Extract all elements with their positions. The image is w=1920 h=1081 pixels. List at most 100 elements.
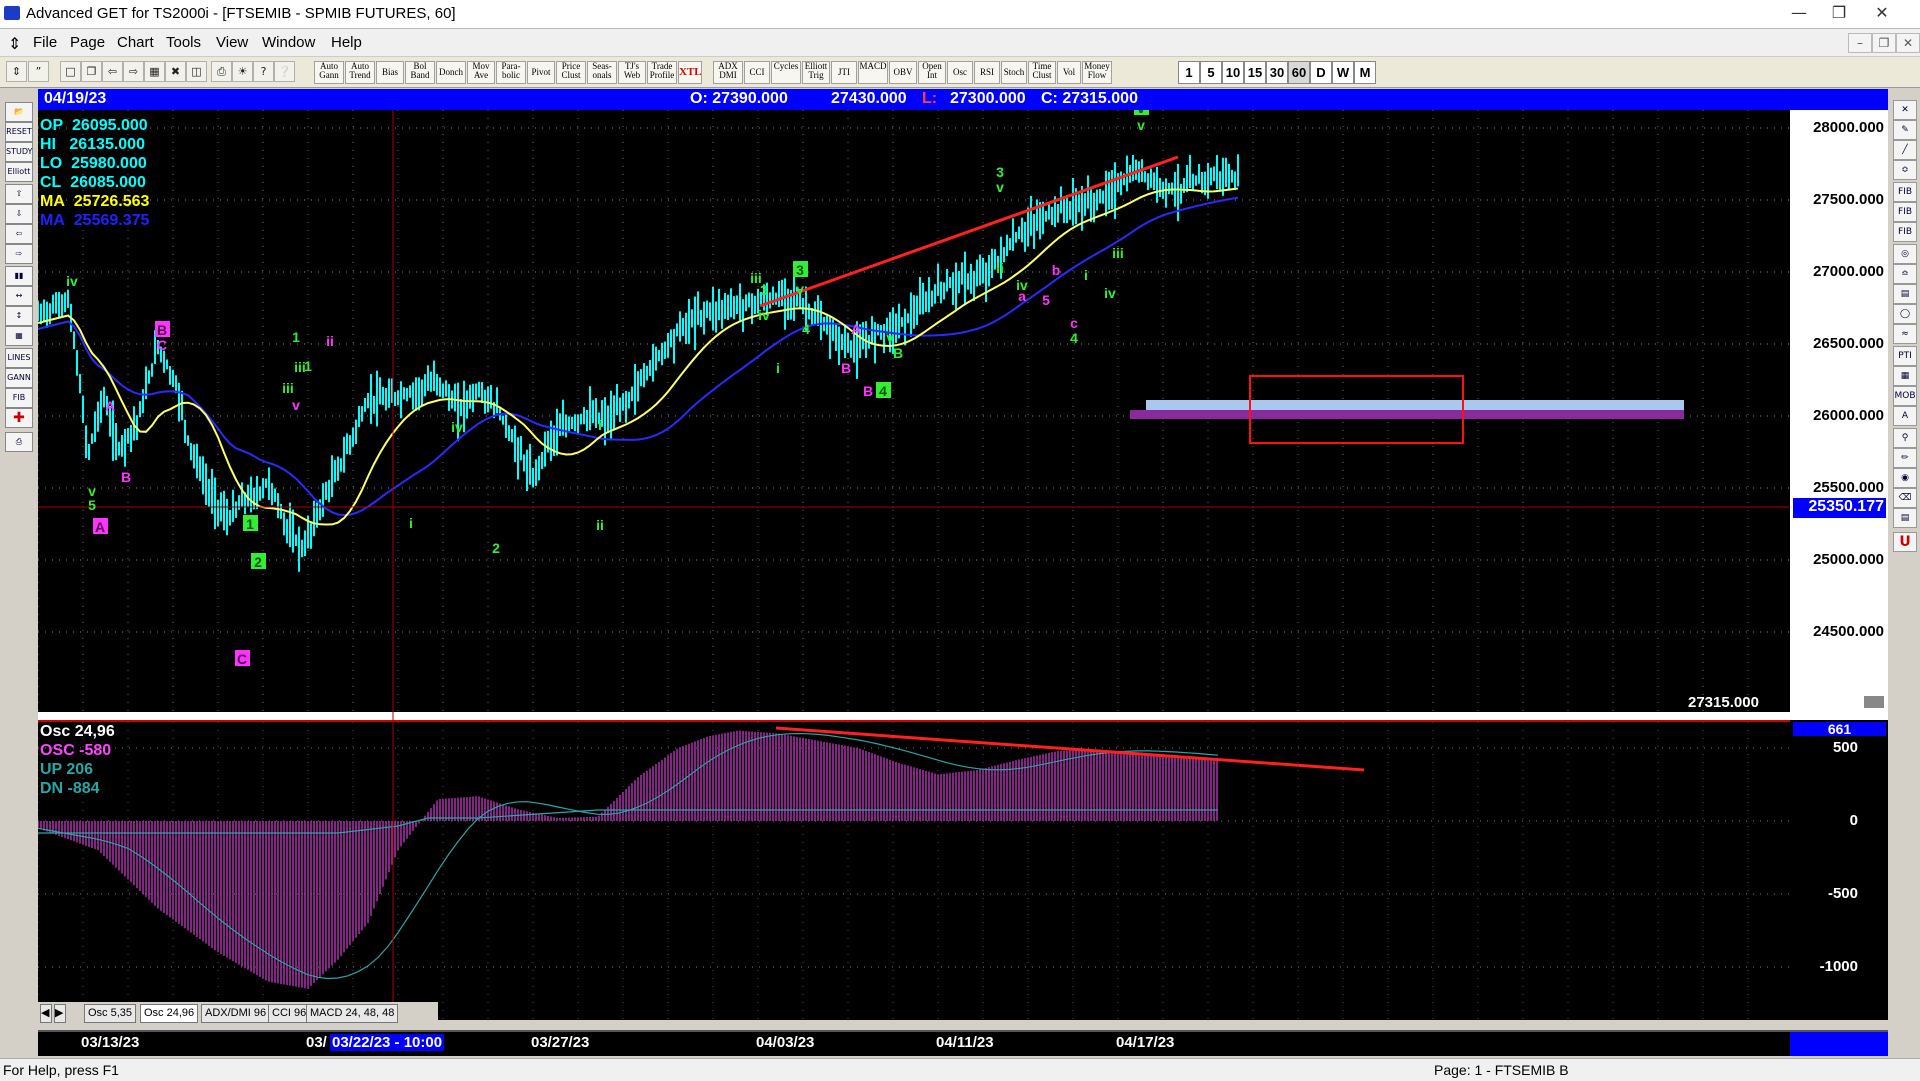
quote-icon[interactable]: ” xyxy=(28,61,49,82)
study-button-tj-s-web[interactable]: TJ's Web xyxy=(618,61,646,84)
erase-icon[interactable]: ⌫ xyxy=(1893,488,1917,508)
tab-adx-dmi[interactable]: ADX/DMI 96 xyxy=(201,1004,271,1023)
mob-icon[interactable]: MOB xyxy=(1893,386,1917,406)
study-button-stoch[interactable]: Stoch xyxy=(1001,61,1027,84)
study-button-price-clust[interactable]: Price Clust xyxy=(556,61,586,84)
layout-icon[interactable]: ◫ xyxy=(186,61,207,82)
tab-cci[interactable]: CCI 96 xyxy=(268,1004,311,1023)
study-button-pivot[interactable]: Pivot xyxy=(527,61,555,84)
help-pointer-icon[interactable]: ❔ xyxy=(274,61,295,82)
up-arrow-icon[interactable]: ⇧ xyxy=(5,184,33,204)
channel-tool-icon[interactable]: ▤ xyxy=(1893,284,1917,304)
fan-tool-icon[interactable]: ≏ xyxy=(1893,264,1917,284)
study-button-donch[interactable]: Donch xyxy=(436,61,466,84)
u-icon[interactable]: U xyxy=(1893,532,1917,552)
print-small-icon[interactable]: ⎙ xyxy=(5,432,33,452)
menu-file[interactable]: File xyxy=(33,34,57,51)
study-button-money-flow[interactable]: Money Flow xyxy=(1082,61,1112,84)
timeframe-button-m[interactable]: M xyxy=(1354,61,1376,84)
study-button-elliott-trig[interactable]: Elliott Trig xyxy=(802,61,830,84)
ellipse-tool-icon[interactable]: ◯ xyxy=(1893,304,1917,324)
print-icon[interactable]: ⎙ xyxy=(211,61,232,82)
study-button-para-bolic[interactable]: Para-bolic xyxy=(496,61,526,84)
lines-icon[interactable]: LINES xyxy=(5,348,33,368)
fib-ret-icon[interactable]: FIB RET xyxy=(1893,182,1917,215)
expand-icon[interactable]: ↔ xyxy=(5,286,33,306)
mdi-close-button[interactable]: ✕ xyxy=(1896,33,1920,53)
study-button-vol[interactable]: Vol xyxy=(1057,61,1081,84)
reset-icon[interactable]: RESET xyxy=(5,122,33,142)
minimize-button[interactable]: — xyxy=(1782,2,1816,24)
study-button-jti[interactable]: JTI xyxy=(831,61,857,84)
resize-icon[interactable] xyxy=(1864,696,1884,708)
trend-tool-icon[interactable]: ≎ xyxy=(1893,160,1917,180)
timeframe-button-w[interactable]: W xyxy=(1332,61,1354,84)
study-button-trade-profile[interactable]: Trade Profile xyxy=(647,61,677,84)
compress-icon[interactable]: ↕ xyxy=(5,306,33,326)
study-button-xtl[interactable]: XTL xyxy=(678,61,702,84)
timeframe-button-30[interactable]: 30 xyxy=(1266,61,1288,84)
study-button-rsi[interactable]: RSI xyxy=(974,61,1000,84)
lamp-icon[interactable]: ☀ xyxy=(232,61,253,82)
menu-window[interactable]: Window xyxy=(262,34,315,51)
crosshair-icon[interactable]: ✚ xyxy=(5,408,33,428)
copy-icon[interactable]: ❐ xyxy=(81,61,102,82)
grid-tool-icon[interactable]: ▦ xyxy=(1893,366,1917,386)
wave-tool-icon[interactable]: ≈ xyxy=(1893,324,1917,344)
cursor-icon[interactable]: ⇕ xyxy=(6,61,27,82)
study-button-auto-gann[interactable]: Auto Gann xyxy=(314,61,344,84)
study-button-seas-onals[interactable]: Seas-onals xyxy=(587,61,617,84)
chart-canvas[interactable]: ivv5BCABA1iiiiiviii112Ciiv2iii3iviii 3v4 A… xyxy=(38,110,1888,1020)
study-button-adx-dmi[interactable]: ADX DMI xyxy=(713,61,743,84)
zoom-icon[interactable]: ⚲ xyxy=(1893,428,1917,448)
menu-tools[interactable]: Tools xyxy=(166,34,201,51)
tab-macd[interactable]: MACD 24, 48, 48 xyxy=(306,1004,399,1023)
fib-ext-icon[interactable]: FIB EXT xyxy=(1893,202,1917,235)
forward-icon[interactable]: ⇨ xyxy=(123,61,144,82)
study-button-cci[interactable]: CCI xyxy=(744,61,770,84)
save-tool-icon[interactable]: ▤ xyxy=(1893,508,1917,528)
close-button[interactable]: ✕ xyxy=(1865,2,1899,24)
study-button-cycles[interactable]: Cycles xyxy=(771,61,801,84)
tab-scroll-right-icon[interactable]: ▶ xyxy=(54,1004,66,1023)
menu-page[interactable]: Page xyxy=(70,34,105,51)
study-button-open-int[interactable]: Open Int xyxy=(918,61,946,84)
study-icon[interactable]: STUDY xyxy=(5,142,33,162)
timeframe-button-10[interactable]: 10 xyxy=(1222,61,1244,84)
delete-icon[interactable]: ✖ xyxy=(165,61,186,82)
fib-icon[interactable]: FIB xyxy=(5,388,33,408)
back-icon[interactable]: ⇦ xyxy=(102,61,123,82)
close-x-icon[interactable]: ✕ xyxy=(1893,100,1917,120)
chart-area[interactable]: iv v 5 B C A B A 1 iii ii v iii 1 1 2 Ci iv 2 ii i 3 iv iii 3 v 4 A… xyxy=(38,110,1888,1020)
tab-osc-24-96[interactable]: Osc 24,96 xyxy=(140,1004,199,1023)
question-icon[interactable]: ? xyxy=(253,61,274,82)
study-button-mov-ave[interactable]: Mov Ave xyxy=(467,61,495,84)
grid-icon[interactable]: ▦ xyxy=(144,61,165,82)
study-button-bias[interactable]: Bias xyxy=(376,61,404,84)
open-icon[interactable]: 📂 xyxy=(5,102,33,122)
down-arrow-icon[interactable]: ⇩ xyxy=(5,204,33,224)
timeframe-button-60[interactable]: 60 xyxy=(1288,61,1310,84)
palette-icon[interactable]: ◉ xyxy=(1893,468,1917,488)
left-arrow-icon[interactable]: ⇦ xyxy=(5,224,33,244)
timeframe-button-5[interactable]: 5 xyxy=(1200,61,1222,84)
study-button-obv[interactable]: OBV xyxy=(889,61,917,84)
table-icon[interactable]: ▦ xyxy=(5,326,33,346)
line-tool-icon[interactable]: ╱ xyxy=(1893,140,1917,160)
doc-icon[interactable]: ⇕ xyxy=(8,34,21,54)
bars-icon[interactable]: ▮▮ xyxy=(5,266,33,286)
timeframe-button-15[interactable]: 15 xyxy=(1244,61,1266,84)
fib-time-icon[interactable]: FIB TIME xyxy=(1893,222,1917,255)
text-tool-icon[interactable]: A xyxy=(1893,406,1917,426)
brush-icon[interactable]: ✏ xyxy=(1893,448,1917,468)
gann-icon[interactable]: GANN xyxy=(5,368,33,388)
study-button-macd[interactable]: MACD xyxy=(858,61,888,84)
pencil-icon[interactable]: ✎ xyxy=(1893,120,1917,140)
study-button-auto-trend[interactable]: Auto Trend xyxy=(345,61,375,84)
tab-scroll-left-icon[interactable]: ◀ xyxy=(40,1004,52,1023)
new-page-icon[interactable]: □ xyxy=(60,61,81,82)
study-button-bol-band[interactable]: Bol Band xyxy=(405,61,435,84)
timeframe-button-d[interactable]: D xyxy=(1310,61,1332,84)
circle-tool-icon[interactable]: ◎ xyxy=(1893,244,1917,264)
timeframe-button-1[interactable]: 1 xyxy=(1178,61,1200,84)
